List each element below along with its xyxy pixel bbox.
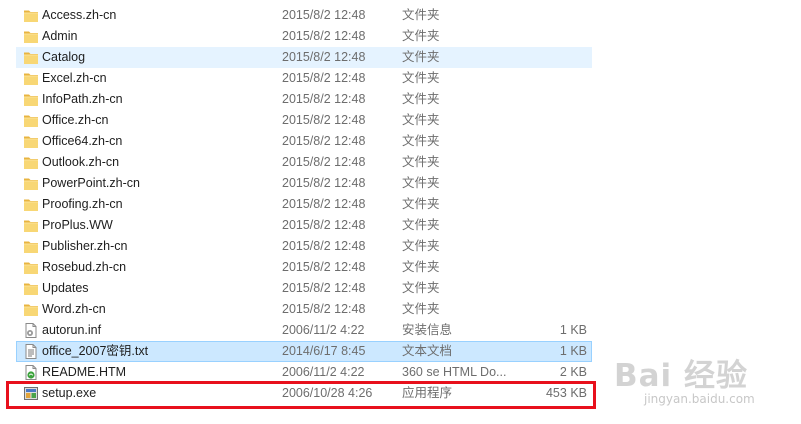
file-type: 文件夹 xyxy=(402,302,440,316)
folder-row[interactable]: Office.zh-cn 2015/8/2 12:48 文件夹 xyxy=(16,110,592,131)
folder-icon xyxy=(23,155,39,170)
file-name: office_2007密钥.txt xyxy=(42,344,149,358)
file-name: autorun.inf xyxy=(42,323,102,337)
folder-row[interactable]: Access.zh-cn 2015/8/2 12:48 文件夹 xyxy=(16,5,592,26)
folder-icon xyxy=(23,197,39,212)
folder-row[interactable]: Admin 2015/8/2 12:48 文件夹 xyxy=(16,26,592,47)
modified-date: 2015/8/2 12:48 xyxy=(282,71,366,85)
watermark-url: jingyan.baidu.com xyxy=(644,392,755,406)
file-type: 360 se HTML Do... xyxy=(402,365,507,379)
file-name: Access.zh-cn xyxy=(42,8,117,22)
file-name: Outlook.zh-cn xyxy=(42,155,120,169)
modified-date: 2015/8/2 12:48 xyxy=(282,218,366,232)
modified-date: 2015/8/2 12:48 xyxy=(282,302,366,316)
file-name: Word.zh-cn xyxy=(42,302,106,316)
baidu-jingyan-watermark: Bai 经验 jingyan.baidu.com xyxy=(614,350,794,412)
folder-row[interactable]: Outlook.zh-cn 2015/8/2 12:48 文件夹 xyxy=(16,152,592,173)
folder-row[interactable]: PowerPoint.zh-cn 2015/8/2 12:48 文件夹 xyxy=(16,173,592,194)
file-list: Access.zh-cn 2015/8/2 12:48 文件夹 Admin 2015/8… xyxy=(16,5,592,404)
file-name: InfoPath.zh-cn xyxy=(42,92,123,106)
folder-icon xyxy=(23,239,39,254)
modified-date: 2014/6/17 8:45 xyxy=(282,344,366,358)
file-name: Office.zh-cn xyxy=(42,113,109,127)
folder-icon xyxy=(23,71,39,86)
file-name: Publisher.zh-cn xyxy=(42,239,128,253)
folder-row[interactable]: Publisher.zh-cn 2015/8/2 12:48 文件夹 xyxy=(16,236,592,257)
folder-row[interactable]: Updates 2015/8/2 12:48 文件夹 xyxy=(16,278,592,299)
modified-date: 2015/8/2 12:48 xyxy=(282,197,366,211)
file-name: Proofing.zh-cn xyxy=(42,197,123,211)
folder-icon xyxy=(23,134,39,149)
file-name: Excel.zh-cn xyxy=(42,71,107,85)
file-size: 1 KB xyxy=(559,323,587,337)
file-type: 文本文档 xyxy=(402,344,453,358)
folder-row[interactable]: Word.zh-cn 2015/8/2 12:48 文件夹 xyxy=(16,299,592,320)
folder-icon xyxy=(23,29,39,44)
modified-date: 2015/8/2 12:48 xyxy=(282,134,366,148)
modified-date: 2015/8/2 12:48 xyxy=(282,8,366,22)
file-name: Catalog xyxy=(42,50,86,64)
folder-row[interactable]: Catalog 2015/8/2 12:48 文件夹 xyxy=(16,47,592,68)
file-type: 文件夹 xyxy=(402,155,440,169)
file-name: Rosebud.zh-cn xyxy=(42,260,127,274)
file-type: 文件夹 xyxy=(402,197,440,211)
modified-date: 2015/8/2 12:48 xyxy=(282,29,366,43)
file-type: 文件夹 xyxy=(402,260,440,274)
file-type: 文件夹 xyxy=(402,134,440,148)
folder-row[interactable]: Excel.zh-cn 2015/8/2 12:48 文件夹 xyxy=(16,68,592,89)
folder-icon xyxy=(23,281,39,296)
file-name: Office64.zh-cn xyxy=(42,134,123,148)
file-type: 文件夹 xyxy=(402,218,440,232)
file-row[interactable]: autorun.inf 2006/11/2 4:22 安装信息 1 KB xyxy=(16,320,592,341)
folder-row[interactable]: Proofing.zh-cn 2015/8/2 12:48 文件夹 xyxy=(16,194,592,215)
file-type: 文件夹 xyxy=(402,281,440,295)
file-name: PowerPoint.zh-cn xyxy=(42,176,140,190)
modified-date: 2015/8/2 12:48 xyxy=(282,50,366,64)
modified-date: 2015/8/2 12:48 xyxy=(282,239,366,253)
folder-row[interactable]: Rosebud.zh-cn 2015/8/2 12:48 文件夹 xyxy=(16,257,592,278)
folder-icon xyxy=(23,8,39,23)
settings-file-icon xyxy=(23,323,39,338)
watermark-logo-text: Bai 经验 xyxy=(614,358,748,394)
file-type: 文件夹 xyxy=(402,113,440,127)
text-file-icon xyxy=(23,344,39,359)
red-highlight-box xyxy=(6,381,596,409)
folder-icon xyxy=(23,302,39,317)
folder-row[interactable]: ProPlus.WW 2015/8/2 12:48 文件夹 xyxy=(16,215,592,236)
file-type: 文件夹 xyxy=(402,239,440,253)
file-type: 文件夹 xyxy=(402,50,440,64)
html-file-icon xyxy=(23,365,39,380)
file-row[interactable]: README.HTM 2006/11/2 4:22 360 se HTML Do..… xyxy=(16,362,592,383)
modified-date: 2006/11/2 4:22 xyxy=(282,365,365,379)
modified-date: 2015/8/2 12:48 xyxy=(282,281,366,295)
folder-icon xyxy=(23,113,39,128)
modified-date: 2015/8/2 12:48 xyxy=(282,176,366,190)
modified-date: 2015/8/2 12:48 xyxy=(282,113,366,127)
file-type: 文件夹 xyxy=(402,92,440,106)
file-name: ProPlus.WW xyxy=(42,218,113,232)
folder-icon xyxy=(23,260,39,275)
file-name: Admin xyxy=(42,29,78,43)
file-name: Updates xyxy=(42,281,89,295)
file-type: 文件夹 xyxy=(402,29,440,43)
file-type: 文件夹 xyxy=(402,176,440,190)
file-row[interactable]: office_2007密钥.txt 2014/6/17 8:45 文本文档 1 KB xyxy=(16,341,592,362)
folder-icon xyxy=(23,176,39,191)
file-name: README.HTM xyxy=(42,365,127,379)
modified-date: 2015/8/2 12:48 xyxy=(282,155,366,169)
file-size: 2 KB xyxy=(559,365,587,379)
file-type: 文件夹 xyxy=(402,8,440,22)
file-type: 安装信息 xyxy=(402,323,453,337)
folder-icon xyxy=(23,50,39,65)
folder-icon xyxy=(23,218,39,233)
folder-row[interactable]: Office64.zh-cn 2015/8/2 12:48 文件夹 xyxy=(16,131,592,152)
file-type: 文件夹 xyxy=(402,71,440,85)
file-size: 1 KB xyxy=(559,344,587,358)
folder-icon xyxy=(23,92,39,107)
modified-date: 2015/8/2 12:48 xyxy=(282,92,366,106)
folder-row[interactable]: InfoPath.zh-cn 2015/8/2 12:48 文件夹 xyxy=(16,89,592,110)
modified-date: 2006/11/2 4:22 xyxy=(282,323,365,337)
modified-date: 2015/8/2 12:48 xyxy=(282,260,366,274)
